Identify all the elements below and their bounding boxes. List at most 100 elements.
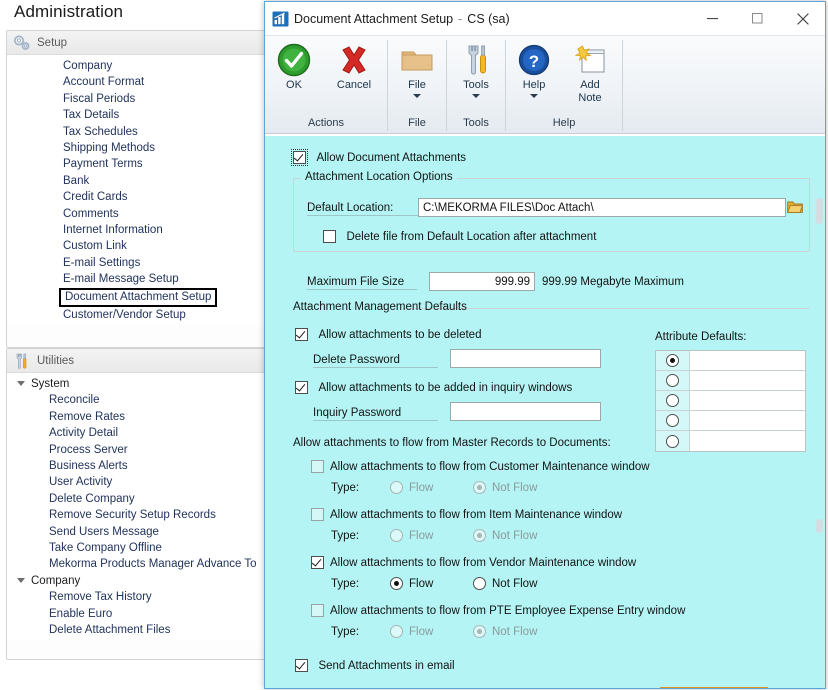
flow-type-label-2: Type: [331, 578, 360, 590]
sidebar-item-comments[interactable]: Comments [7, 206, 267, 222]
flow-checkbox-3[interactable]: Allow attachments to flow from PTE Emplo… [311, 602, 685, 620]
default-location-input[interactable]: C:\MEKORMA FILES\Doc Attach\ [418, 198, 786, 217]
attribute-value-cell-2[interactable] [690, 391, 805, 410]
send-attachments-in-email-checkbox[interactable]: Send Attachments in email [295, 657, 455, 675]
setup-group-header[interactable]: Setup [7, 31, 267, 55]
sidebar-item-remove-rates[interactable]: Remove Rates [7, 409, 267, 425]
attribute-value-cell-4[interactable] [690, 431, 805, 451]
flow-checkbox-label-3: Allow attachments to flow from PTE Emplo… [330, 604, 686, 617]
delete-after-attachment-checkbox[interactable]: Delete file from Default Location after … [323, 228, 596, 246]
checkbox-box [311, 556, 324, 570]
sidebar-item-label: Activity Detail [49, 427, 119, 440]
sidebar-item-credit-cards[interactable]: Credit Cards [7, 189, 267, 205]
sidebar-item-customer-vendor-setup[interactable]: Customer/Vendor Setup [7, 307, 267, 323]
svg-text:?: ? [529, 52, 539, 71]
chevron-down-icon [17, 577, 25, 583]
window-controls [690, 2, 825, 35]
minimize-button[interactable] [690, 2, 735, 35]
vertical-scrollbar-thumb-2[interactable] [816, 519, 823, 533]
attribute-radio-cell-3[interactable] [656, 411, 690, 430]
radio-circle [666, 374, 679, 387]
add-note-button[interactable]: Add Note [562, 39, 618, 105]
sidebar-item-e-mail-message-setup[interactable]: E-mail Message Setup [7, 271, 267, 287]
flow-radio-flow-0[interactable]: Flow [390, 479, 433, 497]
vertical-scrollbar-thumb[interactable] [816, 198, 823, 224]
ok-button[interactable]: OK [265, 39, 323, 92]
attribute-row[interactable] [656, 351, 805, 371]
attribute-row[interactable] [656, 431, 805, 451]
sidebar-item-tax-details[interactable]: Tax Details [7, 107, 267, 123]
attribute-defaults-label: Attribute Defaults: [655, 331, 747, 343]
sidebar-item-tax-schedules[interactable]: Tax Schedules [7, 124, 267, 140]
utilities-group-header[interactable]: Utilities [7, 349, 267, 373]
flow-radio-flow-1[interactable]: Flow [390, 527, 433, 545]
help-menu-button[interactable]: ? Help [506, 39, 562, 98]
attribute-defaults-grid[interactable] [655, 350, 806, 452]
browse-location-button[interactable] [786, 199, 803, 214]
flow-checkbox-0[interactable]: Allow attachments to flow from Customer … [311, 458, 650, 476]
close-button[interactable] [780, 2, 825, 35]
attribute-value-cell-0[interactable] [690, 351, 805, 370]
sidebar-item-document-attachment-setup[interactable]: Document Attachment Setup [7, 287, 267, 307]
sidebar-item-custom-link[interactable]: Custom Link [7, 238, 267, 254]
sidebar-item-user-activity[interactable]: User Activity [7, 474, 267, 490]
max-file-size-input[interactable]: 999.99 [429, 272, 535, 291]
attribute-row[interactable] [656, 411, 805, 431]
attachment-location-options-legend: Attachment Location Options [301, 171, 457, 183]
sidebar-item-mekorma-products-manager-advance-to[interactable]: Mekorma Products Manager Advance To [7, 556, 267, 572]
flow-radio-not_flow-0[interactable]: Not Flow [473, 479, 537, 497]
flow-radio-flow-3[interactable]: Flow [390, 623, 433, 641]
allow-inquiry-add-checkbox[interactable]: Allow attachments to be added in inquiry… [295, 379, 572, 397]
sidebar-item-enable-euro[interactable]: Enable Euro [7, 606, 267, 622]
sidebar-item-business-alerts[interactable]: Business Alerts [7, 458, 267, 474]
sidebar-item-payment-terms[interactable]: Payment Terms [7, 156, 267, 172]
file-menu-button[interactable]: File [388, 39, 446, 98]
sidebar-item-bank[interactable]: Bank [7, 173, 267, 189]
attribute-value-cell-1[interactable] [690, 371, 805, 390]
attribute-value-cell-3[interactable] [690, 411, 805, 430]
flow-checkbox-1[interactable]: Allow attachments to flow from Item Main… [311, 506, 622, 524]
delete-password-input[interactable] [450, 349, 601, 368]
sidebar-item-label: Fiscal Periods [63, 92, 136, 105]
inquiry-password-input[interactable] [450, 402, 601, 421]
flow-type-label-3: Type: [331, 626, 360, 638]
attribute-row[interactable] [656, 371, 805, 391]
sidebar-item-take-company-offline[interactable]: Take Company Offline [7, 540, 267, 556]
attribute-radio-cell-2[interactable] [656, 391, 690, 410]
sidebar-item-e-mail-settings[interactable]: E-mail Settings [7, 255, 267, 271]
sidebar-item-shipping-methods[interactable]: Shipping Methods [7, 140, 267, 156]
flow-radio-not_flow-2[interactable]: Not Flow [473, 575, 537, 593]
flow-radio-not_flow-1[interactable]: Not Flow [473, 527, 537, 545]
allow-document-attachments-checkbox[interactable]: Allow Document Attachments [291, 149, 466, 167]
sidebar-item-company[interactable]: Company [7, 58, 267, 74]
sidebar-item-send-users-message[interactable]: Send Users Message [7, 524, 267, 540]
attribute-radio-cell-1[interactable] [656, 371, 690, 390]
send-attachments-in-email-label: Send Attachments in email [318, 659, 455, 672]
sidebar-group-company[interactable]: Company [7, 573, 267, 589]
sidebar-item-activity-detail[interactable]: Activity Detail [7, 425, 267, 441]
sidebar-item-label: User Activity [49, 476, 113, 489]
checkbox-box [295, 659, 308, 673]
tools-menu-button[interactable]: Tools [447, 39, 505, 98]
sidebar-item-account-format[interactable]: Account Format [7, 74, 267, 90]
flow-radio-not_flow-3[interactable]: Not Flow [473, 623, 537, 641]
attribute-radio-cell-4[interactable] [656, 431, 690, 451]
allow-delete-checkbox[interactable]: Allow attachments to be deleted [295, 326, 481, 344]
maximize-button[interactable] [735, 2, 780, 35]
sidebar-item-fiscal-periods[interactable]: Fiscal Periods [7, 91, 267, 107]
sidebar-item-internet-information[interactable]: Internet Information [7, 222, 267, 238]
flow-checkbox-label-0: Allow attachments to flow from Customer … [330, 460, 650, 473]
sidebar-item-remove-security-setup-records[interactable]: Remove Security Setup Records [7, 507, 267, 523]
flow-checkbox-2[interactable]: Allow attachments to flow from Vendor Ma… [311, 554, 636, 572]
sidebar-item-remove-tax-history[interactable]: Remove Tax History [7, 589, 267, 605]
sidebar-item-process-server[interactable]: Process Server [7, 442, 267, 458]
attribute-row[interactable] [656, 391, 805, 411]
attribute-radio-cell-0[interactable] [656, 351, 690, 370]
sidebar-group-system[interactable]: System [7, 376, 267, 392]
sidebar-item-reconcile[interactable]: Reconcile [7, 392, 267, 408]
window-titlebar[interactable]: Document Attachment Setup - CS (sa) [265, 2, 825, 35]
flow-radio-flow-2[interactable]: Flow [390, 575, 433, 593]
cancel-button[interactable]: Cancel [323, 39, 385, 92]
sidebar-item-delete-company[interactable]: Delete Company [7, 491, 267, 507]
sidebar-item-delete-attachment-files[interactable]: Delete Attachment Files [7, 622, 267, 638]
